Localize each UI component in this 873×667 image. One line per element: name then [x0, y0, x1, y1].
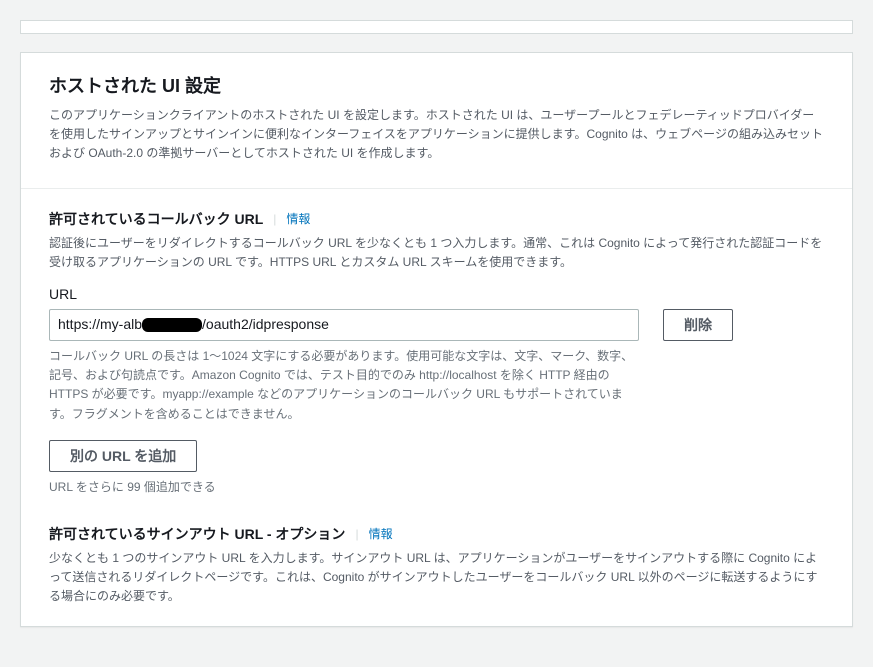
add-url-button[interactable]: 別の URL を追加	[49, 440, 197, 472]
callback-info-link[interactable]: 情報	[273, 210, 310, 228]
url-prefix: https://my-alb	[58, 314, 142, 335]
divider	[21, 188, 852, 189]
callback-title: 許可されているコールバック URL	[49, 209, 263, 230]
url-label: URL	[49, 284, 824, 305]
callback-url-input[interactable]: https://my-alb/oauth2/idpresponse	[49, 309, 639, 341]
signout-info-link[interactable]: 情報	[355, 525, 392, 543]
callback-url-section: 許可されているコールバック URL 情報 認証後にユーザーをリダイレクトするコー…	[49, 209, 824, 496]
callback-description: 認証後にユーザーをリダイレクトするコールバック URL を少なくとも 1 つ入力…	[49, 234, 824, 272]
hosted-ui-description: このアプリケーションクライアントのホストされた UI を設定します。ホストされた…	[49, 106, 824, 164]
redacted-segment	[142, 318, 202, 332]
hosted-ui-title: ホストされた UI 設定	[49, 73, 824, 100]
previous-panel-stub	[20, 20, 853, 34]
callback-help-text: コールバック URL の長さは 1〜1024 文字にする必要があります。使用可能…	[49, 347, 639, 424]
callback-remaining: URL をさらに 99 個追加できる	[49, 478, 824, 496]
url-suffix: /oauth2/idpresponse	[202, 314, 329, 335]
signout-url-section: 許可されているサインアウト URL - オプション 情報 少なくとも 1 つのサ…	[49, 524, 824, 607]
signout-title: 許可されているサインアウト URL - オプション	[49, 524, 345, 545]
signout-description: 少なくとも 1 つのサインアウト URL を入力します。サインアウト URL は…	[49, 549, 824, 607]
delete-url-button[interactable]: 削除	[663, 309, 733, 341]
hosted-ui-panel: ホストされた UI 設定 このアプリケーションクライアントのホストされた UI …	[20, 52, 853, 627]
